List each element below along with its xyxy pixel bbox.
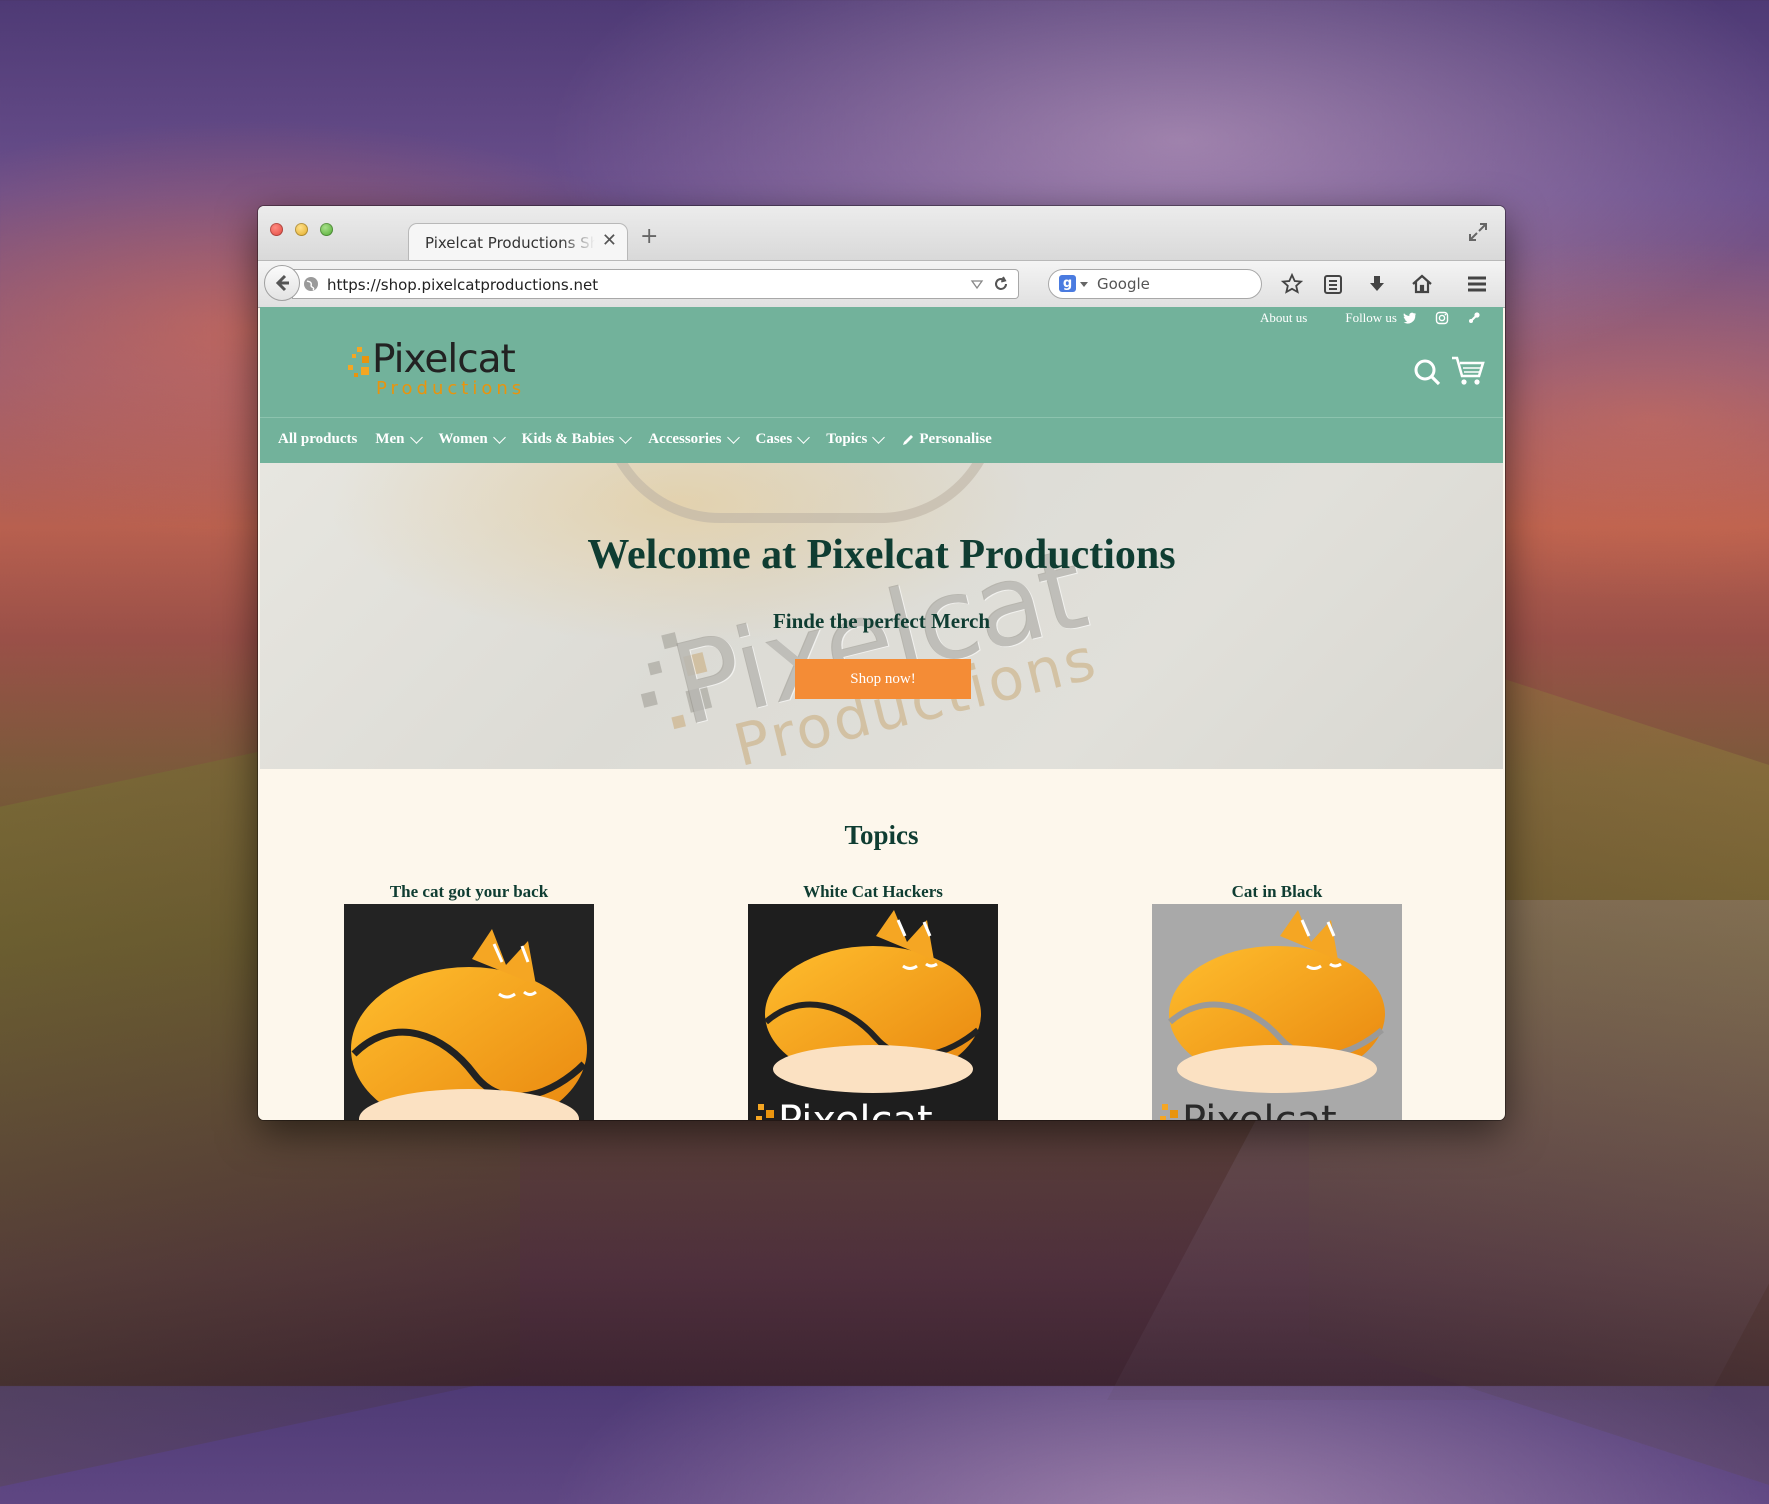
topic-card-title: Cat in Black bbox=[1231, 882, 1323, 901]
card-logo-text: Pixelcat bbox=[1182, 1098, 1337, 1120]
site-header: About us Follow us Pixelcat Productions bbox=[260, 307, 1503, 417]
chevron-down-icon bbox=[872, 430, 886, 444]
fullscreen-icon[interactable] bbox=[1467, 221, 1489, 243]
home-icon[interactable] bbox=[1411, 273, 1433, 295]
logo-sub: Productions bbox=[376, 378, 526, 399]
nav-item-all-products[interactable]: All products bbox=[278, 431, 357, 448]
nav-item-accessories[interactable]: Accessories bbox=[648, 430, 740, 448]
topic-card-image[interactable] bbox=[344, 904, 594, 1120]
logo-name: Pixelcat bbox=[372, 337, 516, 382]
card-logo-text: Pixelcat bbox=[778, 1098, 933, 1120]
search-engine-caret-icon[interactable] bbox=[1080, 282, 1088, 287]
chevron-down-icon bbox=[409, 430, 423, 444]
nav-item-cases[interactable]: Cases bbox=[756, 430, 811, 448]
fox-logo-icon bbox=[351, 929, 587, 1120]
cart-icon[interactable] bbox=[1451, 355, 1485, 387]
title-bar: Pixelcat Productions Shop ✕ + bbox=[258, 206, 1505, 260]
hero-title: Welcome at Pixelcat Productions bbox=[587, 532, 1176, 578]
minimize-window-button[interactable] bbox=[295, 223, 308, 236]
url-dropdown-icon[interactable] bbox=[970, 277, 984, 291]
url-bar[interactable]: https://shop.pixelcatproductions.net bbox=[292, 269, 1019, 299]
bookmark-star-icon[interactable] bbox=[1281, 273, 1303, 295]
fox-logo-icon: Pixelcat bbox=[1160, 910, 1385, 1120]
search-icon[interactable] bbox=[1413, 358, 1441, 386]
nav-item-topics[interactable]: Topics bbox=[826, 430, 886, 448]
reload-icon[interactable] bbox=[992, 275, 1010, 293]
pencil-icon bbox=[903, 434, 914, 445]
new-tab-button[interactable]: + bbox=[640, 224, 658, 249]
menu-icon[interactable] bbox=[1466, 273, 1488, 295]
browser-toolbar: https://shop.pixelcatproductions.net g G… bbox=[258, 260, 1505, 308]
top-links: About us Follow us bbox=[1260, 310, 1481, 326]
site-logo[interactable]: Pixelcat Productions bbox=[348, 337, 548, 399]
fox-logo-icon: Pixelcat bbox=[756, 910, 981, 1120]
download-icon[interactable] bbox=[1366, 273, 1388, 295]
follow-us-label: Follow us bbox=[1345, 310, 1397, 325]
hero-logo-swoosh bbox=[600, 463, 1000, 523]
back-arrow-icon bbox=[275, 274, 289, 292]
tab-close-icon[interactable]: ✕ bbox=[602, 230, 617, 251]
nav-item-personalise[interactable]: Personalise bbox=[901, 431, 992, 448]
tab-title: Pixelcat Productions Shop bbox=[425, 234, 595, 252]
steam-icon[interactable] bbox=[1467, 311, 1481, 325]
close-window-button[interactable] bbox=[270, 223, 283, 236]
search-bar[interactable]: g Google bbox=[1048, 269, 1262, 299]
globe-icon bbox=[304, 277, 318, 291]
logo-pixels-icon bbox=[348, 347, 369, 377]
about-us-link[interactable]: About us bbox=[1260, 310, 1307, 326]
twitter-icon[interactable] bbox=[1403, 311, 1417, 325]
browser-window: Pixelcat Productions Shop ✕ + https://sh… bbox=[258, 206, 1505, 1120]
topics-section: Topics The cat got your back White Cat H… bbox=[260, 769, 1503, 1120]
instagram-icon[interactable] bbox=[1435, 311, 1449, 325]
zoom-window-button[interactable] bbox=[320, 223, 333, 236]
topic-card[interactable]: White Cat Hackers Pixelcat bbox=[748, 882, 998, 1120]
shop-now-button[interactable]: Shop now! bbox=[795, 659, 971, 699]
chevron-down-icon bbox=[492, 430, 506, 444]
nav-item-women[interactable]: Women bbox=[439, 430, 506, 448]
back-button[interactable] bbox=[264, 265, 300, 301]
hero-subtitle: Finde the perfect Merch bbox=[772, 609, 991, 633]
topics-title: Topics bbox=[844, 820, 919, 850]
main-navigation: All products Men Women Kids & Babies Acc… bbox=[260, 417, 1503, 464]
browser-tab[interactable]: Pixelcat Productions Shop ✕ bbox=[408, 223, 628, 260]
topic-card[interactable]: Cat in Black Pixelcat bbox=[1152, 882, 1402, 1120]
search-placeholder: Google bbox=[1097, 275, 1150, 293]
nav-item-kids-babies[interactable]: Kids & Babies bbox=[522, 430, 633, 448]
google-icon: g bbox=[1059, 275, 1076, 292]
topic-card-image[interactable]: Pixelcat bbox=[1152, 904, 1402, 1120]
topic-card-title: White Cat Hackers bbox=[803, 882, 943, 901]
hero-banner: Pixelcat Productions Welcome at Pixelcat… bbox=[260, 463, 1503, 769]
nav-item-men[interactable]: Men bbox=[375, 430, 423, 448]
topic-card-title: The cat got your back bbox=[389, 882, 549, 901]
topic-card[interactable]: The cat got your back bbox=[344, 882, 594, 1120]
url-text: https://shop.pixelcatproductions.net bbox=[327, 276, 599, 294]
reading-list-icon[interactable] bbox=[1322, 273, 1344, 295]
chevron-down-icon bbox=[797, 430, 811, 444]
chevron-down-icon bbox=[726, 430, 740, 444]
chevron-down-icon bbox=[619, 430, 633, 444]
topic-card-image[interactable]: Pixelcat bbox=[748, 904, 998, 1120]
